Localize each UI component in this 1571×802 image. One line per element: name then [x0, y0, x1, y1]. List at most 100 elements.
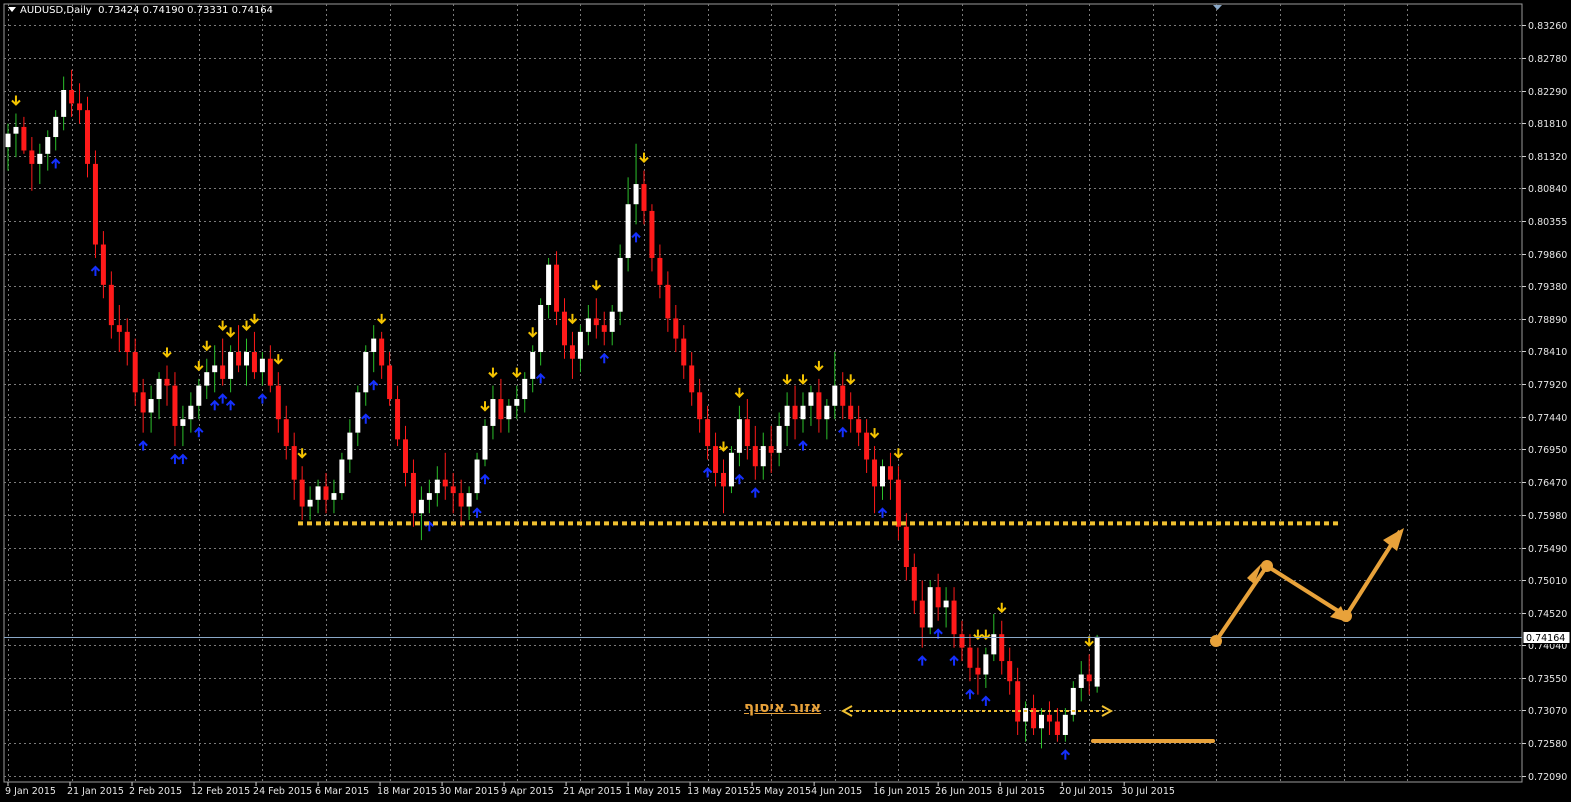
candle-body	[37, 153, 43, 164]
projection-node	[1261, 560, 1273, 572]
candle-body	[442, 479, 448, 487]
candle-body	[124, 331, 130, 353]
candle-body	[808, 392, 814, 406]
candle-body	[164, 378, 170, 386]
candle-body	[800, 405, 806, 420]
candle-body	[1094, 636, 1100, 687]
buy-signal-arrow-icon	[599, 352, 609, 364]
candle-body	[728, 452, 734, 487]
x-tick-label: 16 Jun 2015	[873, 786, 930, 797]
sell-signal-arrow-icon	[376, 313, 387, 325]
candle-body	[736, 419, 742, 453]
candle-body	[259, 358, 265, 373]
candle-body	[577, 331, 583, 359]
candle-body	[466, 493, 472, 507]
sell-signal-arrow-icon	[273, 354, 284, 365]
y-tick-label: 0.75980	[1528, 511, 1567, 522]
candle-body	[943, 600, 949, 608]
sell-signal-arrow-icon	[249, 313, 260, 325]
candle-body	[228, 352, 234, 379]
x-tick-label: 4 Jun 2015	[811, 786, 862, 797]
shift-marker-icon	[1213, 5, 1222, 10]
candle-body	[562, 311, 567, 346]
candle-body	[490, 399, 496, 426]
candle-body	[832, 385, 838, 406]
y-tick-label: 0.72580	[1528, 739, 1567, 750]
y-tick-label: 0.75010	[1528, 576, 1567, 587]
buy-signal-arrow-icon	[225, 399, 236, 411]
x-tick-label: 30 Mar 2015	[439, 786, 499, 797]
candle-body	[903, 526, 909, 568]
candle-body	[53, 116, 59, 138]
x-tick-label: 2 Feb 2015	[129, 786, 182, 797]
candle-body	[331, 493, 337, 500]
candle-body	[371, 338, 377, 353]
candle-body	[244, 352, 249, 366]
buy-signal-arrow-icon	[631, 231, 641, 243]
x-tick-label: 18 Mar 2015	[377, 786, 437, 797]
y-tick-label: 0.81320	[1528, 152, 1567, 163]
candle-body	[760, 446, 766, 467]
buy-signal-arrow-icon	[702, 467, 713, 478]
buy-signal-arrow-icon	[877, 507, 888, 518]
buy-signal-arrow-icon	[194, 426, 204, 438]
candle-body	[880, 466, 885, 487]
chart-window[interactable]: 0.83260 0.82780 0.82290 0.81810 0.81320 0.808…	[0, 0, 1571, 802]
x-tick-label: 6 Mar 2015	[315, 786, 369, 797]
candle-body	[426, 493, 432, 500]
candle-body	[498, 399, 504, 420]
candle-body	[347, 432, 353, 460]
candle-body	[172, 385, 178, 426]
candle-body	[530, 352, 536, 379]
x-tick-label: 9 Jan 2015	[5, 786, 56, 797]
candle-body	[395, 399, 401, 440]
price-chart[interactable]: 0.83260 0.82780 0.82290 0.81810 0.81320 0.808…	[0, 0, 1571, 802]
candle-body	[212, 365, 218, 373]
candle-body	[188, 405, 194, 420]
candle-body	[776, 425, 782, 453]
candle-body	[220, 365, 226, 379]
y-tick-label: 0.72090	[1528, 772, 1567, 783]
candle-body	[13, 126, 19, 134]
candle-body	[967, 647, 973, 668]
buy-signal-arrow-icon	[50, 158, 61, 169]
x-tick-label: 21 Apr 2015	[563, 786, 622, 797]
candle-body	[768, 446, 774, 453]
sell-signal-arrow-icon	[527, 327, 538, 338]
candle-body	[999, 634, 1005, 662]
candle-body	[792, 405, 798, 420]
sell-signal-arrow-icon	[798, 374, 808, 385]
plot-frame	[3, 3, 1523, 783]
x-tick-label: 9 Apr 2015	[501, 786, 554, 797]
candle-body	[236, 352, 242, 366]
ohlc-values: 0.73424 0.74190 0.73331 0.74164	[98, 5, 274, 16]
candle-body	[633, 184, 639, 205]
candle-body	[593, 318, 599, 326]
y-tick-label: 0.80355	[1528, 217, 1567, 228]
x-tick-label: 8 Jul 2015	[997, 786, 1045, 797]
candle-body	[911, 567, 917, 601]
signal-arrows	[11, 95, 1094, 760]
x-tick-label: 12 Feb 2015	[191, 786, 250, 797]
candle-body	[848, 405, 854, 420]
candle-body	[546, 264, 552, 305]
y-tick-label: 0.73070	[1528, 706, 1567, 717]
candle-body	[299, 479, 305, 507]
x-tick-label: 1 May 2015	[625, 786, 681, 797]
candle-body	[403, 439, 408, 473]
y-tick-label: 0.80840	[1528, 184, 1567, 195]
candle-body	[315, 486, 321, 500]
projection-path	[1214, 529, 1402, 643]
candle-body	[148, 399, 154, 413]
y-tick-label: 0.76470	[1528, 478, 1567, 489]
candle-body	[681, 338, 687, 366]
candle-body	[387, 365, 393, 400]
y-tick-label: 0.73550	[1528, 674, 1567, 685]
buy-signal-arrow-icon	[1060, 749, 1071, 760]
candle-body	[522, 378, 528, 400]
candle-body	[251, 352, 257, 373]
buy-signal-arrow-icon	[949, 655, 959, 666]
candle-body	[1078, 674, 1084, 688]
collapse-triangle-icon[interactable]	[8, 7, 16, 12]
candle-body	[61, 89, 67, 117]
